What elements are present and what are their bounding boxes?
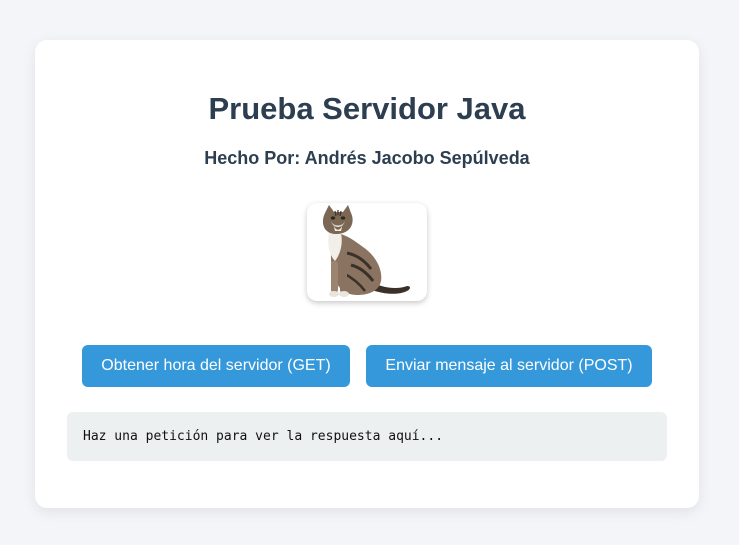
- page-title: Prueba Servidor Java: [208, 91, 526, 126]
- main-card: Prueba Servidor Java Hecho Por: Andrés J…: [35, 40, 699, 508]
- get-time-button[interactable]: Obtener hora del servidor (GET): [82, 345, 350, 387]
- post-message-button[interactable]: Enviar mensaje al servidor (POST): [366, 345, 652, 387]
- author-subtitle: Hecho Por: Andrés Jacobo Sepúlveda: [204, 148, 530, 168]
- cat-icon: [322, 205, 410, 297]
- response-box: Haz una petición para ver la respuesta a…: [67, 412, 667, 461]
- cat-image: [307, 203, 427, 301]
